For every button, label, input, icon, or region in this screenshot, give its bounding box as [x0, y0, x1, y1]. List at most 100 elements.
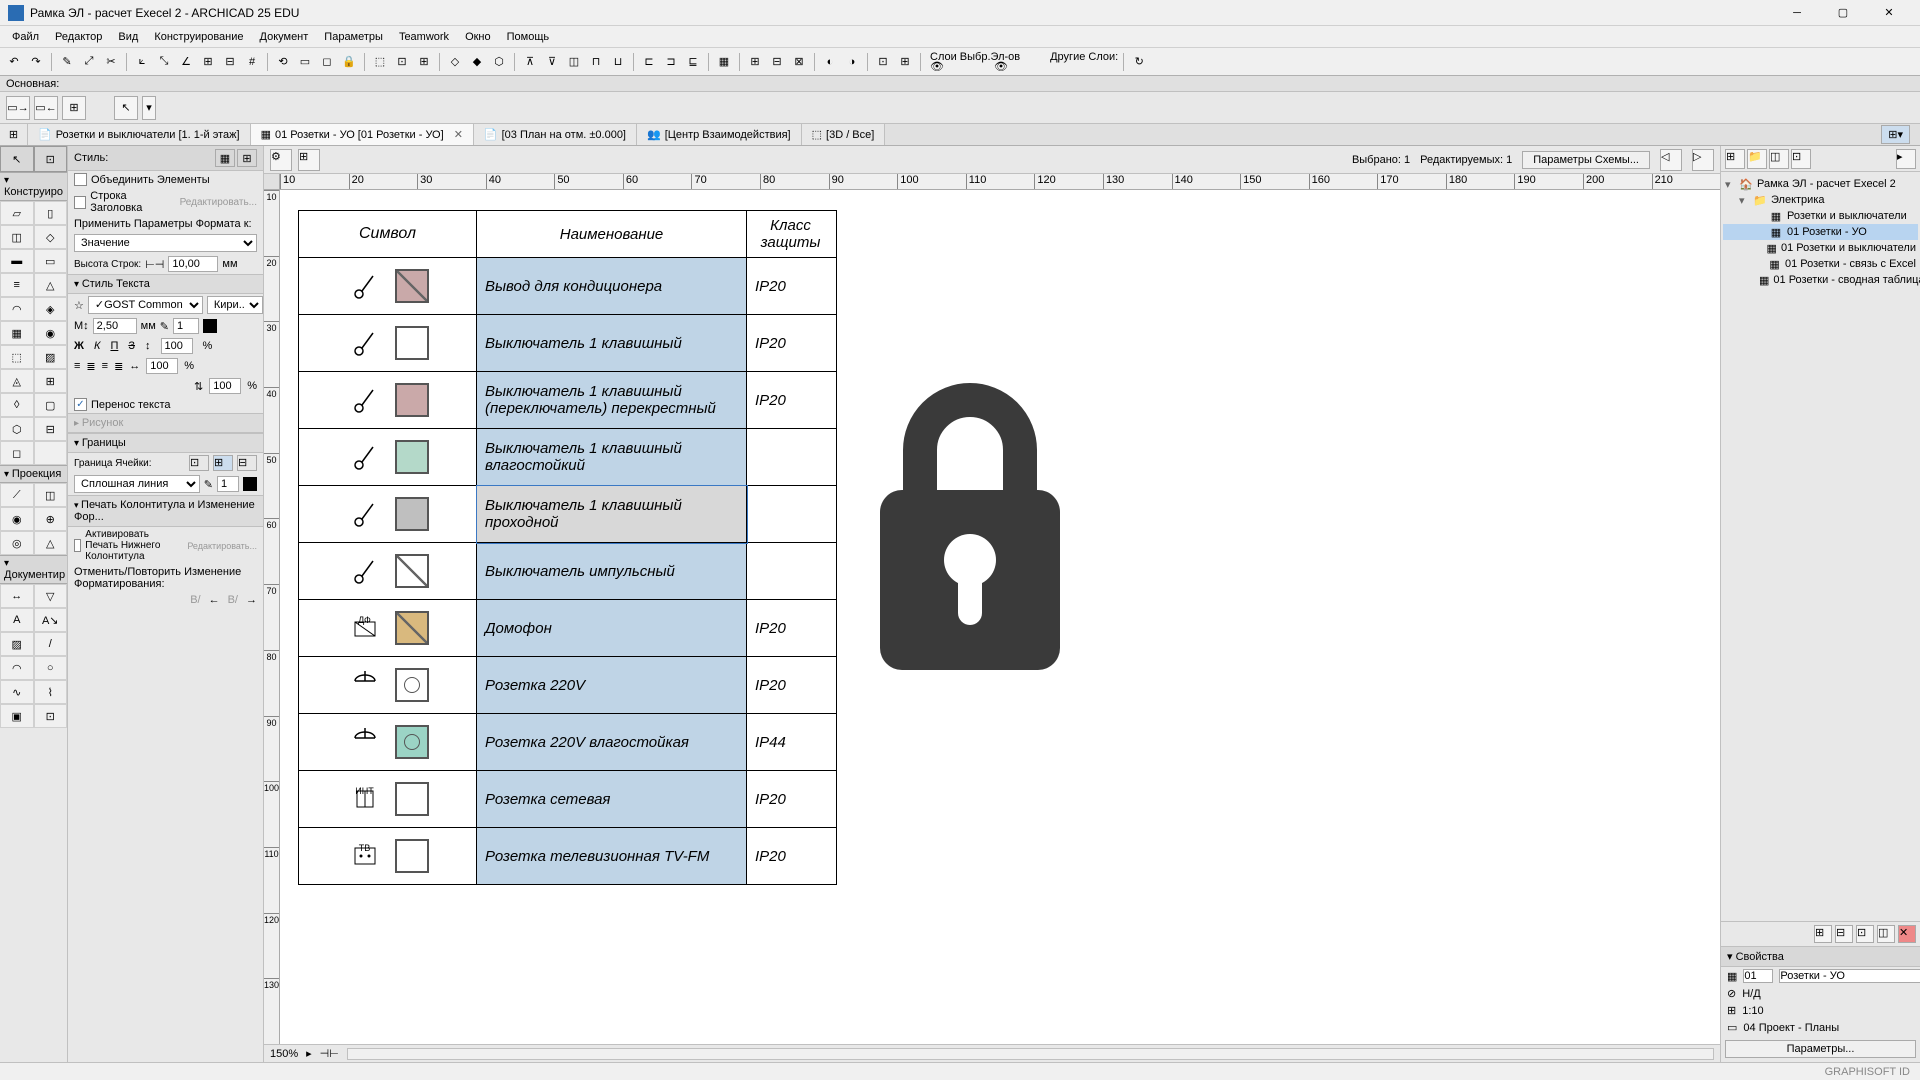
tool-icon[interactable]: ⊡: [392, 52, 412, 72]
bold-button[interactable]: Ж: [74, 340, 84, 352]
favorite-icon[interactable]: ☆: [74, 299, 84, 312]
row-protection[interactable]: [747, 543, 837, 600]
column-tool-icon[interactable]: ◇: [34, 225, 68, 249]
close-button[interactable]: ✕: [1866, 0, 1912, 26]
lock-icon[interactable]: 🔒: [339, 52, 359, 72]
navigator-tree[interactable]: ▾🏠Рамка ЭЛ - расчет Execel 2 ▾📁Электрика…: [1721, 172, 1920, 921]
tool-icon[interactable]: ⬡: [489, 52, 509, 72]
worksheet-tool-icon[interactable]: ⊕: [34, 507, 68, 531]
roof-tool-icon[interactable]: △: [34, 273, 68, 297]
strike-button[interactable]: З: [128, 340, 135, 352]
tool-icon[interactable]: ⊏: [639, 52, 659, 72]
tool-icon[interactable]: ⊟: [220, 52, 240, 72]
tool-icon[interactable]: ◊: [0, 393, 34, 417]
tab[interactable]: 📄Розетки и выключатели [1. 1-й этаж]: [28, 124, 251, 145]
minimize-button[interactable]: ─: [1774, 0, 1820, 26]
menu-item[interactable]: Параметры: [316, 29, 391, 45]
name-input[interactable]: [1779, 969, 1920, 983]
tool-icon[interactable]: ⊞: [745, 52, 765, 72]
zoom-button[interactable]: ⊣⊢: [320, 1047, 339, 1060]
section-document[interactable]: ▾ Документир: [0, 555, 67, 584]
section-projection[interactable]: ▾ Проекция: [0, 465, 67, 483]
tool-icon[interactable]: ▦: [714, 52, 734, 72]
tree-item[interactable]: ▦01 Розетки - сводная таблица: [1723, 272, 1918, 288]
stair-tool-icon[interactable]: ≡: [0, 273, 34, 297]
align-right-button[interactable]: ≡: [102, 360, 108, 372]
tree-root[interactable]: Рамка ЭЛ - расчет Execel 2: [1757, 178, 1896, 190]
row-name[interactable]: Домофон: [477, 600, 747, 657]
line-weight-input[interactable]: [217, 476, 239, 492]
tab[interactable]: ⬚[3D / Все]: [802, 124, 886, 145]
line-tool-icon[interactable]: /: [34, 632, 68, 656]
menu-item[interactable]: Teamwork: [391, 29, 457, 45]
row-protection[interactable]: IP44: [747, 714, 837, 771]
settings-icon[interactable]: ⚙: [270, 149, 292, 171]
tool-icon[interactable]: ✂: [101, 52, 121, 72]
color-swatch[interactable]: [203, 319, 217, 333]
circle-tool-icon[interactable]: ○: [34, 656, 68, 680]
drawing-canvas[interactable]: Символ Наименование Класс защиты Вывод д…: [280, 190, 1720, 1044]
action-button[interactable]: ⊡: [1856, 925, 1874, 943]
border-none-button[interactable]: ⊡: [189, 455, 209, 471]
borders-section[interactable]: ▾ Границы: [68, 433, 263, 453]
italic-button[interactable]: К: [94, 340, 100, 352]
underline-button[interactable]: П: [110, 340, 118, 352]
table-row[interactable]: ИНТРозетка сетеваяIP20: [299, 771, 837, 828]
action-button[interactable]: ⊟: [1835, 925, 1853, 943]
footer-section[interactable]: ▾ Печать Колонтитула и Изменение Фор...: [68, 495, 263, 527]
wrap-checkbox[interactable]: [74, 398, 87, 411]
tool-icon[interactable]: ◻: [317, 52, 337, 72]
tool-icon[interactable]: ⊠: [789, 52, 809, 72]
dim-input[interactable]: [146, 358, 178, 374]
tab-grid-icon[interactable]: ⊞: [0, 124, 28, 145]
tool-icon[interactable]: ⊓: [586, 52, 606, 72]
scrollbar-horizontal[interactable]: [347, 1048, 1714, 1060]
dropdown-icon[interactable]: ▾: [142, 96, 156, 120]
curtain-tool-icon[interactable]: ▦: [0, 321, 34, 345]
style-btn-1[interactable]: ▦: [215, 149, 235, 167]
tab[interactable]: 📄[03 План на отм. ±0.000]: [474, 124, 637, 145]
view-icon[interactable]: ⊞: [298, 149, 320, 171]
table-row[interactable]: Выключатель 1 клавишный проходной: [299, 486, 837, 543]
arrow-tool[interactable]: ↖: [0, 146, 34, 172]
dimension-tool-icon[interactable]: ↔: [0, 584, 34, 608]
row-name[interactable]: Выключатель 1 клавишный (переключатель) …: [477, 372, 747, 429]
table-row[interactable]: Выключатель 1 клавишный влагостойкий: [299, 429, 837, 486]
row-name[interactable]: Розетка телевизионная TV-FM: [477, 828, 747, 885]
wall-tool-icon[interactable]: ▱: [0, 201, 34, 225]
mode-button[interactable]: ⊞: [62, 96, 86, 120]
align-center-button[interactable]: ≣: [86, 360, 95, 373]
tool-icon[interactable]: ⤢: [79, 52, 99, 72]
properties-header[interactable]: ▾ Свойства: [1721, 946, 1920, 967]
dim-input[interactable]: [209, 378, 241, 394]
schema-params-button[interactable]: Параметры Схемы...: [1522, 151, 1650, 169]
tool-icon[interactable]: ⊑: [683, 52, 703, 72]
tool-icon[interactable]: ⊡: [873, 52, 893, 72]
tool-icon[interactable]: ⊼: [520, 52, 540, 72]
border-all-button[interactable]: ⊟: [237, 455, 257, 471]
row-protection[interactable]: IP20: [747, 771, 837, 828]
row-name[interactable]: Выключатель 1 клавишный: [477, 315, 747, 372]
section-construct[interactable]: ▾ Конструиро: [0, 172, 67, 201]
row-protection[interactable]: IP20: [747, 657, 837, 714]
tool-icon[interactable]: ⊞: [895, 52, 915, 72]
elevation-tool-icon[interactable]: ◫: [34, 483, 68, 507]
tool-icon[interactable]: ⤡: [154, 52, 174, 72]
row-height-input[interactable]: [168, 256, 218, 272]
tool-icon[interactable]: ◆: [467, 52, 487, 72]
tool-icon[interactable]: ▢: [34, 393, 68, 417]
text-tool-icon[interactable]: A: [0, 608, 34, 632]
slab-tool-icon[interactable]: ▭: [34, 249, 68, 273]
footer-checkbox[interactable]: [74, 539, 81, 552]
text-style-section[interactable]: ▾ Стиль Текста: [68, 274, 263, 294]
tool-icon[interactable]: ⊞: [34, 369, 68, 393]
zone-tool-icon[interactable]: ▨: [34, 345, 68, 369]
tool-icon[interactable]: ⊞: [198, 52, 218, 72]
tool-icon[interactable]: ∠: [176, 52, 196, 72]
id-input[interactable]: [1743, 969, 1773, 983]
tool-icon[interactable]: ▭: [295, 52, 315, 72]
undo-button[interactable]: ↶: [4, 52, 24, 72]
font-size-input[interactable]: [93, 318, 137, 334]
row-protection[interactable]: IP20: [747, 372, 837, 429]
eye-icon[interactable]: 👁: [994, 62, 1008, 72]
